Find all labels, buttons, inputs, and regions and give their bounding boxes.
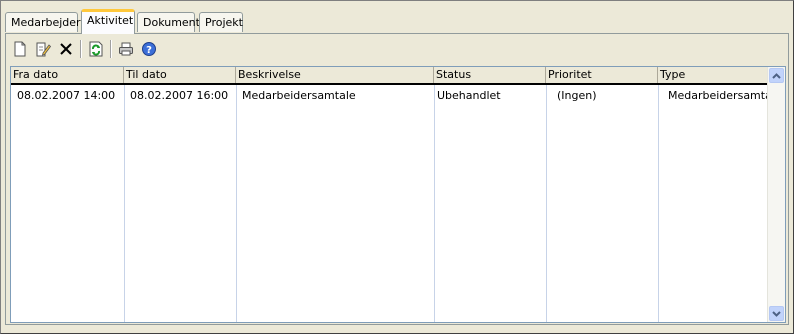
delete-button[interactable]	[56, 39, 76, 59]
column-divider	[236, 85, 237, 322]
table-header: Fra dato Til dato Beskrivelse Status Pri…	[11, 67, 768, 85]
cell-status: Ubehandlet	[437, 89, 501, 102]
scroll-down-button[interactable]	[769, 306, 784, 321]
new-document-icon	[14, 41, 26, 57]
tab-medarbejder[interactable]: Medarbejder	[5, 12, 81, 32]
help-icon: ?	[142, 42, 156, 56]
table-row[interactable]: 08.02.2007 14:00 08.02.2007 16:00 Medarb…	[11, 89, 768, 103]
toolbar-separator	[80, 40, 82, 58]
tab-aktivitet[interactable]: Aktivitet	[81, 9, 135, 34]
activity-table: Fra dato Til dato Beskrivelse Status Pri…	[10, 66, 786, 323]
column-divider	[124, 85, 125, 322]
column-divider	[546, 85, 547, 322]
delete-icon	[60, 43, 72, 55]
column-header-prioritet[interactable]: Prioritet	[546, 67, 658, 83]
column-header-type[interactable]: Type	[658, 67, 768, 83]
refresh-button[interactable]	[86, 39, 106, 59]
cell-fra-dato: 08.02.2007 14:00	[17, 89, 116, 102]
chevron-down-icon	[772, 310, 781, 317]
cell-prioritet: (Ingen)	[557, 89, 597, 102]
edit-document-icon	[36, 42, 51, 57]
toolbar: ?	[10, 38, 162, 60]
tab-projekt[interactable]: Projekt	[199, 12, 243, 32]
column-divider	[434, 85, 435, 322]
svg-text:?: ?	[146, 45, 152, 56]
column-divider	[658, 85, 659, 322]
vertical-scrollbar[interactable]	[767, 67, 785, 322]
tab-panel: ? Fra dato Til dato Beskrivelse Status P…	[5, 33, 789, 325]
toolbar-separator	[110, 40, 112, 58]
help-button[interactable]: ?	[139, 39, 159, 59]
cell-beskrivelse: Medarbeidersamtale	[242, 89, 356, 102]
chevron-up-icon	[772, 72, 781, 79]
print-icon	[119, 42, 133, 56]
print-button[interactable]	[116, 39, 136, 59]
scroll-up-button[interactable]	[769, 68, 784, 83]
refresh-icon	[89, 41, 103, 57]
column-header-fra-dato[interactable]: Fra dato	[11, 67, 124, 83]
new-button[interactable]	[10, 39, 30, 59]
column-header-beskrivelse[interactable]: Beskrivelse	[236, 67, 434, 83]
cell-til-dato: 08.02.2007 16:00	[130, 89, 229, 102]
tab-dokument[interactable]: Dokument	[137, 12, 200, 32]
edit-button[interactable]	[33, 39, 53, 59]
activity-window: Medarbejder Aktivitet Dokument Projekt ?…	[0, 0, 794, 334]
column-header-til-dato[interactable]: Til dato	[124, 67, 236, 83]
column-header-status[interactable]: Status	[434, 67, 546, 83]
cell-type: Medarbeidersamtale	[668, 89, 768, 102]
